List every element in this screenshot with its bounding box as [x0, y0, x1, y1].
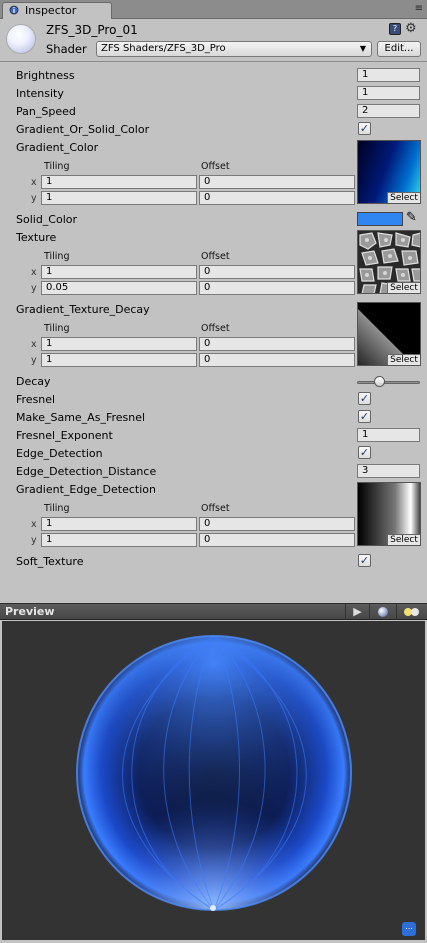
edit-shader-button[interactable]: Edit...: [377, 41, 421, 57]
axis-y-label: y: [31, 193, 37, 204]
tiling-header: Tiling: [44, 251, 70, 262]
make-same-label: Make_Same_As_Fresnel: [16, 411, 146, 424]
tab-label: Inspector: [25, 4, 77, 17]
preview-lighting-icon[interactable]: [396, 604, 427, 620]
edge-distance-field[interactable]: 3: [357, 464, 420, 478]
axis-y-label: y: [31, 535, 37, 546]
glowing-sphere-image: [76, 635, 352, 911]
select-button[interactable]: Select: [387, 534, 420, 545]
decay-tiling-y[interactable]: 1: [41, 353, 197, 367]
offset-header: Offset: [201, 323, 230, 334]
gradient-color-offset-y[interactable]: 0: [199, 191, 355, 205]
material-header: ZFS_3D_Pro_01 Shader ZFS Shaders/ZFS_3D_…: [0, 19, 427, 62]
axis-x-label: x: [31, 519, 37, 530]
shader-label: Shader: [46, 42, 87, 56]
gradient-texture-decay-slot[interactable]: Select: [357, 302, 421, 366]
gradient-or-solid-checkbox[interactable]: ✓: [358, 122, 371, 135]
edge-tiling-y[interactable]: 1: [41, 533, 197, 547]
preview-sphere-icon[interactable]: [369, 604, 396, 620]
axis-x-label: x: [31, 339, 37, 350]
preview-header: Preview ▶: [0, 603, 427, 620]
chevron-down-icon: ▼: [359, 44, 366, 53]
gradient-color-texture-slot[interactable]: Select: [357, 140, 421, 204]
decay-tiling-x[interactable]: 1: [41, 337, 197, 351]
tiling-header: Tiling: [44, 161, 70, 172]
texture-offset-x[interactable]: 0: [199, 265, 355, 279]
fresnel-label: Fresnel: [16, 393, 56, 406]
pan-speed-field[interactable]: 2: [357, 104, 420, 118]
gradient-edge-label: Gradient_Edge_Detection: [16, 483, 156, 496]
shader-dropdown-value: ZFS Shaders/ZFS_3D_Pro: [101, 43, 226, 54]
axis-x-label: x: [31, 177, 37, 188]
texture-slot[interactable]: Select: [357, 230, 421, 294]
select-button[interactable]: Select: [387, 192, 420, 203]
panel-menu-icon[interactable]: ≡: [415, 3, 423, 14]
tab-inspector[interactable]: Inspector: [2, 2, 112, 19]
material-preview-icon: [6, 24, 36, 54]
decay-slider-knob[interactable]: [374, 376, 386, 387]
texture-tiling-y[interactable]: 0.05: [41, 281, 197, 295]
gradient-color-label: Gradient_Color: [16, 141, 99, 154]
fresnel-exponent-label: Fresnel_Exponent: [16, 429, 113, 442]
fresnel-checkbox[interactable]: ✓: [358, 392, 371, 405]
axis-x-label: x: [31, 267, 37, 278]
edge-distance-label: Edge_Detection_Distance: [16, 465, 157, 478]
select-button[interactable]: Select: [387, 354, 420, 365]
axis-y-label: y: [31, 283, 37, 294]
help-book-icon[interactable]: ?: [389, 23, 401, 35]
soft-texture-label: Soft_Texture: [16, 555, 84, 568]
tab-bar: Inspector ≡: [0, 0, 427, 19]
play-icon[interactable]: ▶: [345, 604, 369, 620]
edge-detection-checkbox[interactable]: ✓: [358, 446, 371, 459]
solid-color-swatch[interactable]: [357, 212, 403, 226]
axis-y-label: y: [31, 355, 37, 366]
more-options-icon[interactable]: ...: [402, 922, 416, 936]
solid-color-label: Solid_Color: [16, 213, 78, 226]
offset-header: Offset: [201, 161, 230, 172]
decay-slider-track[interactable]: [357, 381, 420, 384]
texture-offset-y[interactable]: 0: [199, 281, 355, 295]
edge-tiling-x[interactable]: 1: [41, 517, 197, 531]
tiling-header: Tiling: [44, 503, 70, 514]
texture-label: Texture: [16, 231, 57, 244]
intensity-label: Intensity: [16, 87, 64, 100]
texture-tiling-x[interactable]: 1: [41, 265, 197, 279]
brightness-label: Brightness: [16, 69, 75, 82]
soft-texture-checkbox[interactable]: ✓: [358, 554, 371, 567]
intensity-field[interactable]: 1: [357, 86, 420, 100]
inspector-icon: [9, 5, 19, 15]
preview-viewport[interactable]: [2, 621, 425, 940]
offset-header: Offset: [201, 503, 230, 514]
make-same-checkbox[interactable]: ✓: [358, 410, 371, 423]
decay-offset-y[interactable]: 0: [199, 353, 355, 367]
tiling-header: Tiling: [44, 323, 70, 334]
gradient-texture-decay-label: Gradient_Texture_Decay: [16, 303, 150, 316]
pan-speed-label: Pan_Speed: [16, 105, 76, 118]
material-name: ZFS_3D_Pro_01: [46, 23, 138, 37]
edge-detection-label: Edge_Detection: [16, 447, 103, 460]
edge-offset-x[interactable]: 0: [199, 517, 355, 531]
select-button[interactable]: Select: [387, 282, 420, 293]
gradient-or-solid-label: Gradient_Or_Solid_Color: [16, 123, 150, 136]
gradient-edge-slot[interactable]: Select: [357, 482, 421, 546]
fresnel-exponent-field[interactable]: 1: [357, 428, 420, 442]
gradient-color-offset-x[interactable]: 0: [199, 175, 355, 189]
preview-title: Preview: [5, 605, 55, 618]
edge-offset-y[interactable]: 0: [199, 533, 355, 547]
decay-label: Decay: [16, 375, 51, 388]
gradient-color-tiling-x[interactable]: 1: [41, 175, 197, 189]
eyedropper-icon[interactable]: ✎: [406, 210, 417, 225]
brightness-field[interactable]: 1: [357, 68, 420, 82]
offset-header: Offset: [201, 251, 230, 262]
decay-offset-x[interactable]: 0: [199, 337, 355, 351]
gear-icon[interactable]: ⚙: [405, 21, 417, 36]
gradient-color-tiling-y[interactable]: 1: [41, 191, 197, 205]
shader-dropdown[interactable]: ZFS Shaders/ZFS_3D_Pro ▼: [96, 41, 372, 57]
